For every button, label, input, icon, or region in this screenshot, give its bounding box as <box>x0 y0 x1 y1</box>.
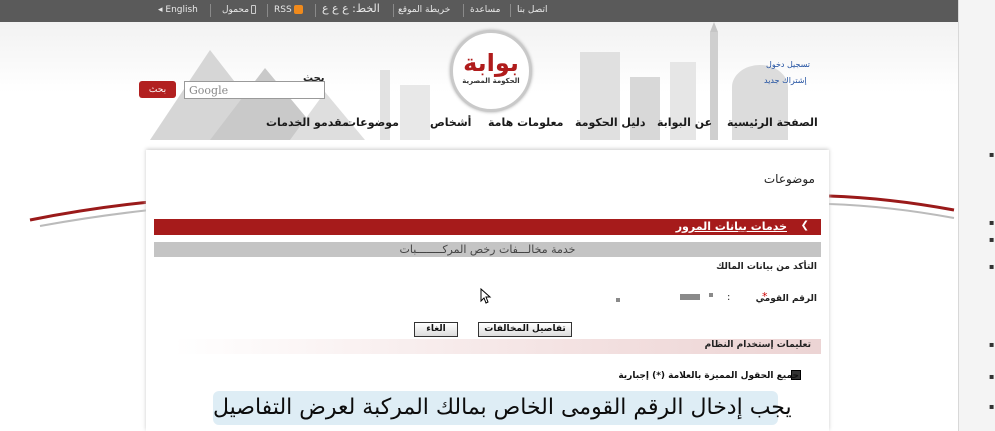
divider <box>315 4 316 17</box>
section-title: موضوعات <box>763 172 815 186</box>
top-utility-bar: ◂ English محمول RSS الخط: ع ع ع خريطة ال… <box>0 0 958 22</box>
nav-service-providers[interactable]: مقدمو الخدمات <box>266 116 349 129</box>
mobile-link[interactable]: محمول <box>222 5 257 15</box>
rss-icon <box>293 5 303 14</box>
phone-icon <box>251 5 257 14</box>
site-logo[interactable]: بوابة الحكومة المصرية <box>450 30 532 112</box>
strip-mark: ▪ <box>989 340 995 349</box>
breadcrumb-bar: ❮ خدمات بيانات المرور <box>154 219 821 235</box>
help-link[interactable]: مساعدة <box>470 5 500 15</box>
english-link[interactable]: ◂ English <box>158 5 198 15</box>
nav-important-info[interactable]: معلومات هامة <box>488 116 563 129</box>
divider <box>267 4 268 17</box>
strip-mark: ▪ <box>989 235 995 244</box>
arrow-left-icon: ❮ <box>800 220 809 231</box>
divider <box>510 4 511 17</box>
font-size-selector[interactable]: الخط: ع ع ع <box>322 2 380 15</box>
rss-link[interactable]: RSS <box>274 5 303 15</box>
login-link[interactable]: تسجيل دخول <box>766 60 810 69</box>
strip-mark: ▪ <box>989 262 995 271</box>
video-caption: يجب إدخال الرقم القومى الخاص بمالك المرك… <box>213 391 792 425</box>
site-header: بوابة الحكومة المصرية بحث Google بحث تسج… <box>0 22 958 140</box>
divider <box>463 4 464 17</box>
nav-gov-guide[interactable]: دليل الحكومة <box>575 116 646 129</box>
mobile-label: محمول <box>222 5 250 15</box>
national-id-input[interactable] <box>680 294 700 300</box>
logo-main-text: بوابة <box>463 49 519 77</box>
nav-about[interactable]: عن البوابة <box>657 116 712 129</box>
input-fragment <box>616 298 620 302</box>
divider <box>210 4 211 17</box>
nav-home[interactable]: الصفحة الرئيسية <box>727 116 818 129</box>
main-navigation: الصفحة الرئيسية عن البوابة دليل الحكومة … <box>150 110 818 136</box>
cancel-button[interactable]: الغاء <box>414 322 458 337</box>
strip-mark: ▪ <box>989 372 995 381</box>
sitemap-link[interactable]: خريطة الموقع <box>398 5 450 15</box>
nav-topics[interactable]: موضوعات <box>345 116 399 129</box>
logo-sub-text: الحكومة المصرية <box>462 77 520 85</box>
owner-check-heading: التأكد من بيانات المالك <box>716 262 817 272</box>
strip-mark: ▪ <box>989 218 995 227</box>
mouse-cursor-icon <box>480 288 492 304</box>
decorative-right-lines <box>829 194 955 219</box>
divider <box>393 4 394 17</box>
search-input[interactable]: Google <box>184 81 325 99</box>
search-button[interactable]: بحث <box>139 81 176 98</box>
instructions-bar[interactable]: تعليمات إستخدام النظام <box>174 339 821 354</box>
nav-people[interactable]: أشخاص <box>430 116 471 129</box>
register-link[interactable]: إشتراك جديد <box>764 76 807 85</box>
input-fragment <box>709 293 713 297</box>
contact-link[interactable]: اتصل بنا <box>517 5 547 15</box>
service-title-bar: خدمة مخالـــفات رخص المركــــــــبات <box>154 242 821 257</box>
decorative-left-lines <box>29 200 150 227</box>
service-title: خدمة مخالـــفات رخص المركــــــــبات <box>399 243 576 256</box>
browser-scroll-strip[interactable]: ▪ ▪ ▪ ▪ ▪ ▪ ▪ <box>958 0 995 431</box>
label-colon: : <box>727 292 731 303</box>
required-fields-note: جميع الحقول المميزة بالعلامة (*) إجبارية <box>618 371 799 381</box>
instructions-label: تعليمات إستخدام النظام <box>704 340 811 350</box>
rss-label: RSS <box>274 5 292 15</box>
strip-mark: ▪ <box>989 150 995 159</box>
required-star: * <box>762 290 768 303</box>
strip-mark: ▪ <box>989 402 995 411</box>
traffic-services-link[interactable]: خدمات بيانات المرور <box>676 220 787 233</box>
violation-details-button[interactable]: تفاصيل المخالفات <box>478 322 572 337</box>
